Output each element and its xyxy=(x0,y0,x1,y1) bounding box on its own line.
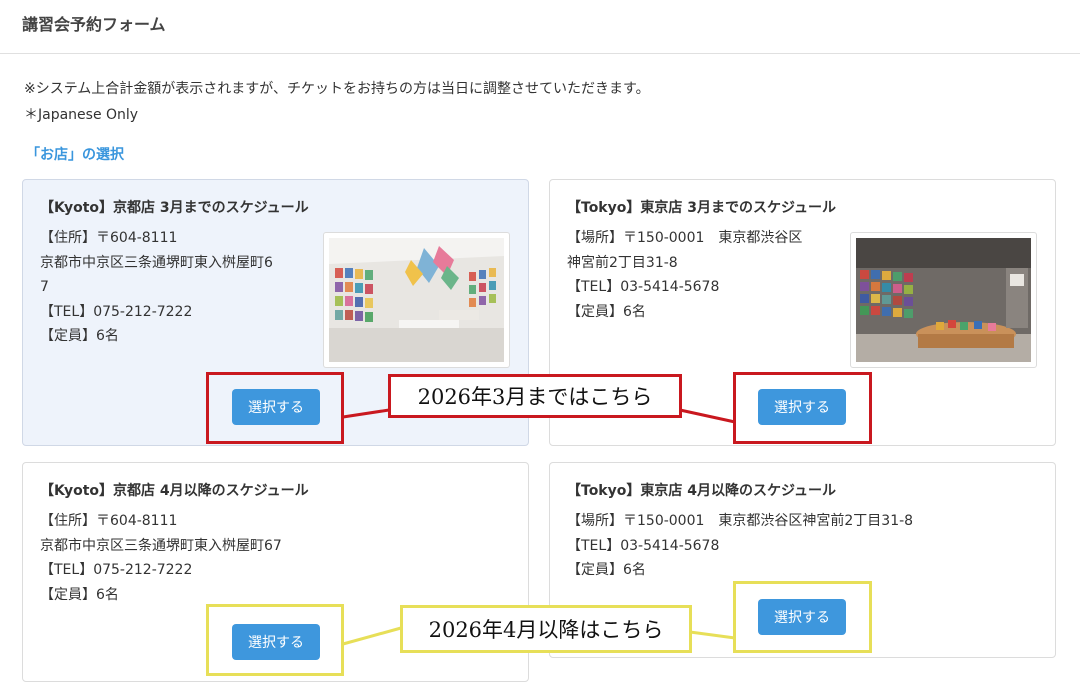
store-card-title: 【Tokyo】東京店 3月までのスケジュール xyxy=(567,200,836,216)
store-address: 【場所】〒150-0001 東京都渋谷区 xyxy=(567,230,803,246)
store-photo xyxy=(323,232,510,368)
price-notice: ※システム上合計金額が表示されますが、チケットをお持ちの方は当日に調整させていた… xyxy=(24,81,650,97)
select-button-kyoto-march[interactable]: 選択する xyxy=(232,389,320,425)
store-photo xyxy=(850,232,1037,368)
store-capacity: 【定員】6名 xyxy=(567,562,646,578)
store-card-title: 【Tokyo】東京店 4月以降のスケジュール xyxy=(567,483,836,499)
store-address: 京都市中京区三条通堺町東入桝屋町6 xyxy=(40,254,273,271)
store-phone: 【TEL】03-5414-5678 xyxy=(567,537,720,554)
language-note: ＊Japanese Only xyxy=(24,107,139,123)
store-card-info: 【場所】〒150-0001 東京都渋谷区神宮前2丁目31-8 【TEL】03-5… xyxy=(567,509,913,583)
store-card-info: 【住所】〒604-8111 京都市中京区三条通堺町東入桝屋町67 【TEL】07… xyxy=(40,509,282,607)
page-header: 講習会予約フォーム xyxy=(0,0,1080,54)
gallery-tokyo-image xyxy=(856,238,1031,362)
store-address-cont: 7 xyxy=(40,279,49,295)
store-phone: 【TEL】075-212-7222 xyxy=(40,562,193,578)
store-card-title: 【Kyoto】京都店 4月以降のスケジュール xyxy=(40,483,309,499)
store-capacity: 【定員】6名 xyxy=(40,586,119,603)
store-phone: 【TEL】075-212-7222 xyxy=(40,303,193,320)
store-address-cont: 神宮前2丁目31-8 xyxy=(567,254,678,271)
store-phone: 【TEL】03-5414-5678 xyxy=(567,279,720,295)
store-card-info: 【住所】〒604-8111 京都市中京区三条通堺町東入桝屋町6 7 【TEL】0… xyxy=(40,226,273,349)
store-address: 【場所】〒150-0001 東京都渋谷区神宮前2丁目31-8 xyxy=(567,513,914,529)
store-card-title: 【Kyoto】京都店 3月までのスケジュール xyxy=(40,200,309,216)
store-address-label: 【住所】〒604-8111 xyxy=(40,230,178,246)
store-address-label: 【住所】〒604-8111 xyxy=(40,513,178,529)
select-button-tokyo-april[interactable]: 選択する xyxy=(758,599,846,635)
store-capacity: 【定員】6名 xyxy=(567,303,646,320)
gallery-kyoto-image xyxy=(329,238,504,362)
annotation-march: 2026年3月まではこちら xyxy=(388,374,682,418)
store-card-info: 【場所】〒150-0001 東京都渋谷区 神宮前2丁目31-8 【TEL】03-… xyxy=(567,226,802,324)
select-button-kyoto-april[interactable]: 選択する xyxy=(232,624,320,660)
store-capacity: 【定員】6名 xyxy=(40,328,119,344)
page-title: 講習会予約フォーム xyxy=(22,15,166,34)
store-address: 京都市中京区三条通堺町東入桝屋町67 xyxy=(40,537,282,554)
annotation-april: 2026年4月以降はこちら xyxy=(400,605,692,653)
select-button-tokyo-march[interactable]: 選択する xyxy=(758,389,846,425)
store-section-label: 「お店」の選択 xyxy=(26,147,124,163)
